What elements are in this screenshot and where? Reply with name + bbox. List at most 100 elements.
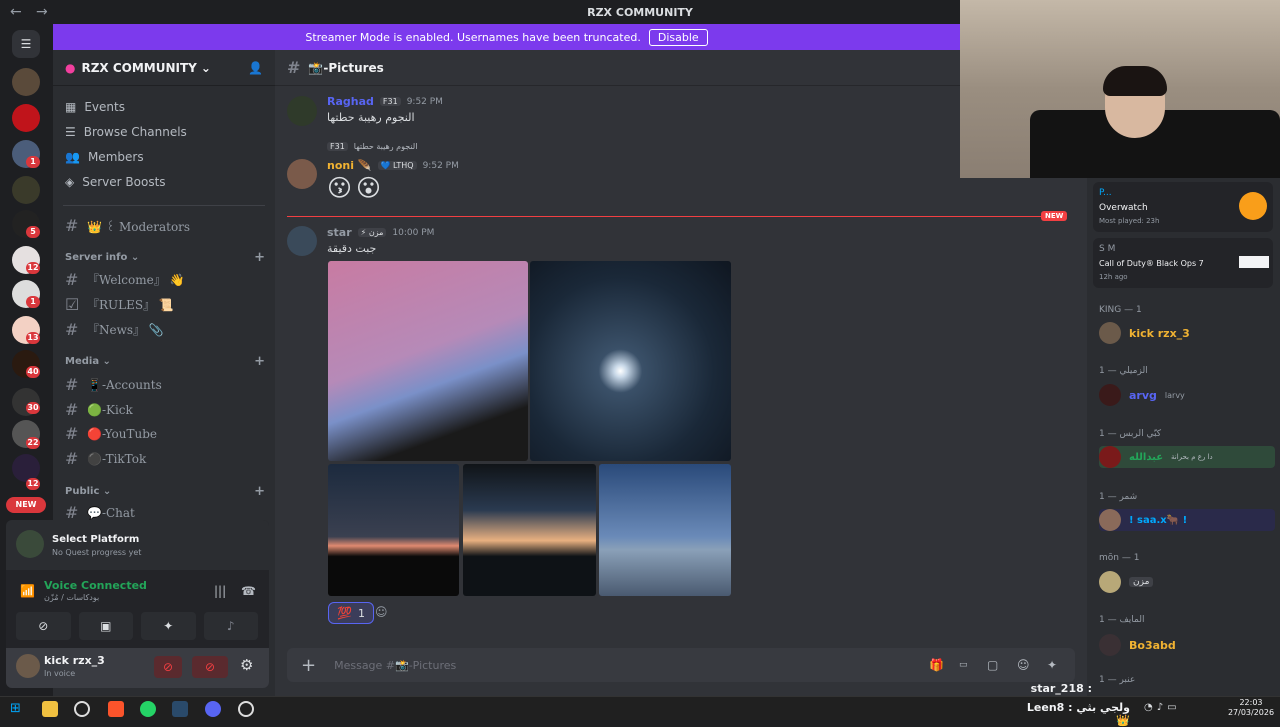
channel-accounts[interactable]: # 📱-Accounts (65, 375, 162, 394)
category-media[interactable]: Media ⌄ + (65, 354, 265, 369)
role-header: المايف — 1 (1099, 615, 1145, 625)
avatar (1099, 322, 1121, 344)
quest-title: Select Platform (52, 534, 140, 545)
steam-icon[interactable] (238, 701, 254, 717)
activity-card[interactable]: S M Call of Duty® Black Ops 7 12h ago (1093, 238, 1273, 288)
voice-status[interactable]: Voice Connected (44, 579, 147, 592)
windows-start-icon[interactable]: ⊞ (10, 701, 26, 717)
member-subtext: دا رع م بحرانة (1171, 453, 1213, 461)
activity-card[interactable]: P... Overwatch Most played: 23h (1093, 182, 1273, 232)
channel-youtube[interactable]: # 🔴-YouTube (65, 424, 157, 443)
channel-tiktok[interactable]: # ⚫-TikTok (65, 449, 146, 468)
avatar[interactable] (287, 226, 317, 256)
reply-preview[interactable]: F31 النجوم رهيبة حطتها (327, 142, 417, 151)
user-status: In voice (44, 669, 76, 678)
brave-browser-icon[interactable] (108, 701, 124, 717)
photo-tree-sunset[interactable] (463, 464, 596, 596)
channel-news[interactable]: # 『News』 📎 (65, 320, 164, 339)
channel-kick[interactable]: # 🟢-Kick (65, 400, 133, 419)
username[interactable]: kick rzx_3 (44, 654, 105, 667)
photo-moon-sea[interactable] (530, 261, 731, 461)
mute-icon[interactable]: ⊘ (154, 656, 182, 678)
settings-gear-icon[interactable]: ⚙ (240, 656, 253, 674)
server-icon[interactable] (12, 68, 40, 96)
photo-sunset-tree[interactable] (328, 261, 528, 461)
channel-moderators[interactable]: # 👑 ꒰ Moderators (65, 216, 190, 235)
apps-icon[interactable]: ✦ (1047, 658, 1057, 672)
hash-icon: # (287, 58, 301, 77)
server-name: RZX COMMUNITY (81, 60, 197, 75)
nav-events[interactable]: ▦ Events (65, 100, 125, 114)
photo-palm-dusk[interactable] (328, 464, 459, 596)
message-input[interactable]: Message #📸-Pictures (334, 659, 456, 672)
channel-rules[interactable]: ☑ 『RULES』 📜 (65, 295, 174, 314)
screen-share-icon[interactable]: ▣ (78, 612, 133, 640)
discord-home-icon[interactable]: ☰ (12, 30, 40, 58)
clock-date[interactable]: 27/03/2026 (1226, 708, 1276, 717)
nav-server-boosts[interactable]: ◈ Server Boosts (65, 175, 166, 189)
member-row[interactable]: مزن (1099, 571, 1154, 593)
file-explorer-icon[interactable] (42, 701, 58, 717)
member-name: ! saa.x🐂 ! (1129, 514, 1188, 526)
disconnect-icon[interactable]: ☎ (241, 584, 256, 598)
app-icon[interactable] (172, 701, 188, 717)
soundboard-icon[interactable]: ♪ (203, 612, 258, 640)
server-tag: F31 (379, 97, 401, 106)
channel-welcome[interactable]: # 『Welcome』 👋 (65, 270, 184, 289)
camera-off-icon[interactable]: ⊘ (16, 612, 71, 640)
activity-game: Overwatch (1099, 203, 1148, 213)
photo-harbor[interactable] (599, 464, 731, 596)
category-public[interactable]: Public ⌄ + (65, 484, 265, 499)
clock-time[interactable]: 22:03 (1226, 698, 1276, 707)
member-row[interactable]: ! saa.x🐂 ! (1099, 509, 1275, 531)
quest-subtitle: No Quest progress yet (52, 548, 142, 557)
avatar[interactable] (287, 96, 317, 126)
whatsapp-icon[interactable] (140, 701, 156, 717)
deafen-icon[interactable]: ⊘ (192, 656, 228, 678)
account-bar: kick rzx_3 In voice ⊘ ⊘ ⚙ (6, 648, 269, 688)
activities-icon[interactable]: ✦ (141, 612, 196, 640)
invite-icon[interactable]: 👤 (248, 61, 263, 75)
add-channel-icon[interactable]: + (254, 354, 265, 369)
member-row[interactable]: Bo3abd (1099, 634, 1176, 656)
role-header: الزميلي — 1 (1099, 366, 1148, 376)
new-servers-pill[interactable]: NEW (6, 497, 46, 513)
nav-members[interactable]: 👥 Members (65, 150, 144, 164)
upload-plus-icon[interactable]: + (301, 655, 316, 676)
avatar[interactable] (16, 654, 40, 678)
member-row[interactable]: arvg larvy (1099, 384, 1185, 406)
noise-suppression-icon[interactable]: ||| (214, 584, 226, 598)
reaction-pill[interactable]: 💯 1 (328, 602, 374, 624)
message-author[interactable]: Raghad (327, 95, 374, 108)
server-icon[interactable] (12, 104, 40, 132)
category-server-info[interactable]: Server info ⌄ + (65, 250, 265, 265)
server-header[interactable]: ● RZX COMMUNITY ⌄ 👤 (53, 50, 275, 86)
message-time: 10:00 PM (392, 227, 435, 238)
member-row[interactable]: عبدالله دا رع م بحرانة (1099, 446, 1275, 468)
message-author[interactable]: star (327, 226, 352, 239)
add-channel-icon[interactable]: + (254, 484, 265, 499)
obs-icon[interactable] (74, 701, 90, 717)
emoji-icon[interactable]: ☺ (1017, 658, 1030, 672)
nav-browse-channels[interactable]: ☰ Browse Channels (65, 125, 187, 139)
discord-taskbar-icon[interactable] (205, 701, 221, 717)
system-tray-icons[interactable]: ◔♪▭ (1144, 702, 1181, 713)
user-panel: Select Platform No Quest progress yet 📶 … (6, 520, 269, 688)
add-channel-icon[interactable]: + (254, 250, 265, 265)
avatar[interactable] (287, 159, 317, 189)
voice-channel[interactable]: بودكاسات / مُزّن (44, 593, 99, 602)
role-header: mōn — 1 (1099, 553, 1140, 563)
gif-icon[interactable]: ▭ (959, 660, 968, 670)
voice-actions: ⊘ ▣ ✦ ♪ (16, 612, 258, 640)
webcam-hair (1103, 66, 1167, 96)
add-reaction-icon[interactable]: ☺ (375, 605, 388, 619)
message-author[interactable]: noni 🪶 (327, 159, 372, 172)
unread-badge: 13 (26, 332, 40, 344)
server-icon[interactable] (12, 176, 40, 204)
hash-icon: # (65, 424, 79, 443)
disable-button[interactable]: Disable (648, 28, 708, 46)
quest-card[interactable]: Select Platform No Quest progress yet (6, 520, 269, 570)
member-row[interactable]: kick rzx_3 (1099, 322, 1190, 344)
gift-icon[interactable]: 🎁 (929, 658, 944, 672)
sticker-icon[interactable]: ▢ (987, 658, 998, 672)
